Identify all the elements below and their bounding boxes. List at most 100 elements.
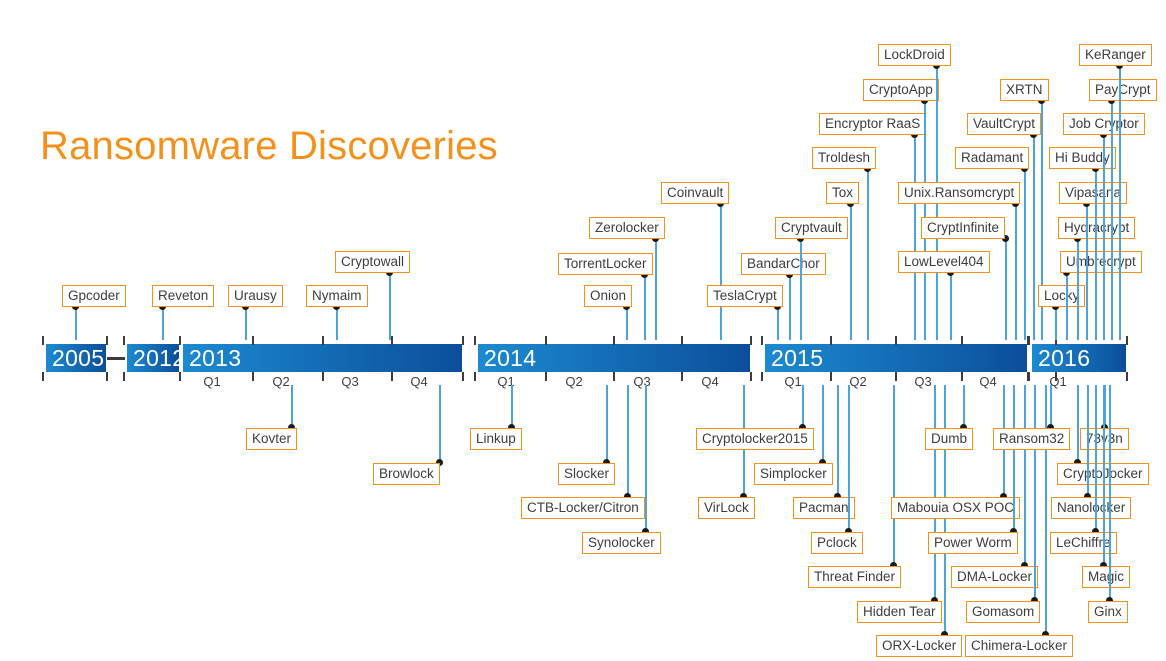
event-label-linkup[interactable]: Linkup	[470, 428, 522, 450]
quarter-label: Q1	[203, 374, 221, 389]
event-connector-line	[644, 275, 646, 340]
event-connector-line	[1050, 385, 1052, 428]
event-label-tox[interactable]: Tox	[826, 182, 860, 204]
event-connector-line	[1111, 101, 1113, 340]
quarter-label: Q1	[784, 374, 802, 389]
event-label-cryptvault[interactable]: Cryptvault	[775, 217, 848, 239]
event-connector-line	[950, 273, 952, 340]
event-label-teslacrypt[interactable]: TeslaCrypt	[707, 285, 783, 307]
axis-tick	[42, 336, 44, 345]
event-label-nymaim[interactable]: Nymaim	[306, 285, 368, 307]
event-label-threat-finder[interactable]: Threat Finder	[808, 566, 902, 588]
event-label-kovter[interactable]: Kovter	[246, 428, 298, 450]
event-label-ginx[interactable]: Ginx	[1088, 601, 1128, 623]
quarter-label: Q2	[849, 374, 867, 389]
event-connector-line	[1103, 385, 1105, 566]
event-label-synolocker[interactable]: Synolocker	[582, 532, 661, 554]
event-connector-line	[1103, 135, 1105, 340]
event-connector-line	[655, 239, 657, 340]
axis-tick	[106, 336, 108, 345]
event-label-hi-buddy[interactable]: Hi Buddy	[1049, 147, 1116, 169]
axis-tick	[462, 372, 464, 381]
axis-tick	[681, 336, 683, 345]
event-connector-line	[1034, 385, 1036, 601]
event-label-pclock[interactable]: Pclock	[811, 532, 863, 554]
event-label-bandarchor[interactable]: BandarChor	[741, 253, 826, 275]
event-label-radamant[interactable]: Radamant	[955, 147, 1030, 169]
event-connector-line	[1015, 204, 1017, 340]
event-label-orx-locker[interactable]: ORX-Locker	[876, 635, 963, 657]
event-label-troldesh[interactable]: Troldesh	[812, 147, 877, 169]
event-label-reveton[interactable]: Reveton	[152, 285, 215, 307]
event-label-ctb-locker-citron[interactable]: CTB-Locker/Citron	[521, 497, 645, 519]
event-label-lockdroid[interactable]: LockDroid	[878, 44, 951, 66]
quarter-label: Q4	[979, 374, 997, 389]
event-label-magic[interactable]: Magic	[1082, 566, 1131, 588]
event-label-keranger[interactable]: KeRanger	[1079, 44, 1152, 66]
event-label-chimera-locker[interactable]: Chimera-Locker	[965, 635, 1074, 657]
event-label-ransom32[interactable]: Ransom32	[993, 428, 1071, 450]
event-label-lowlevel404[interactable]: LowLevel404	[898, 251, 990, 273]
event-label-gomasom[interactable]: Gomasom	[966, 601, 1041, 623]
axis-tick	[761, 336, 763, 345]
axis-tick	[251, 336, 254, 345]
event-label-dumb[interactable]: Dumb	[925, 428, 974, 450]
event-label-dma-locker[interactable]: DMA-Locker	[951, 566, 1039, 588]
event-label-cryptolocker2015[interactable]: Cryptolocker2015	[696, 428, 814, 450]
axis-tick	[750, 336, 752, 345]
event-label-slocker[interactable]: Slocker	[558, 463, 616, 485]
axis-tick	[895, 372, 897, 381]
event-label-browlock[interactable]: Browlock	[373, 463, 440, 485]
event-label-onion[interactable]: Onion	[584, 285, 633, 307]
axis-tick	[681, 372, 683, 381]
axis-tick	[829, 372, 832, 381]
event-label-coinvault[interactable]: Coinvault	[661, 182, 730, 204]
event-connector-line	[439, 385, 441, 463]
axis-tick	[474, 372, 476, 381]
axis-tick	[960, 372, 963, 381]
event-connector-line	[1055, 307, 1057, 340]
event-label-pacman[interactable]: Pacman	[793, 497, 855, 519]
event-label-mabouia-osx-poc[interactable]: Mabouia OSX POC	[891, 497, 1021, 519]
event-label-lechiffre[interactable]: LeChiffre	[1050, 532, 1117, 554]
quarter-label: Q3	[914, 374, 932, 389]
event-label-urausy[interactable]: Urausy	[228, 285, 283, 307]
event-connector-line	[934, 385, 936, 601]
event-label-vaultcrypt[interactable]: VaultCrypt	[967, 113, 1042, 135]
event-label-gpcoder[interactable]: Gpcoder	[62, 285, 126, 307]
event-connector-line	[75, 307, 77, 340]
event-label-paycrypt[interactable]: PayCrypt	[1089, 79, 1157, 101]
event-label-zerolocker[interactable]: Zerolocker	[589, 217, 665, 239]
event-label-encryptor-raas[interactable]: Encryptor RaaS	[819, 113, 927, 135]
event-connector-line	[606, 385, 608, 463]
event-connector-line	[1086, 204, 1088, 340]
event-connector-line	[1119, 66, 1121, 340]
event-label-hidden-tear[interactable]: Hidden Tear	[857, 601, 942, 623]
event-label-torrentlocker[interactable]: TorrentLocker	[558, 253, 653, 275]
event-label-power-worm[interactable]: Power Worm	[928, 532, 1018, 554]
event-label-cryptoapp[interactable]: CryptoApp	[863, 79, 939, 101]
event-label-simplocker[interactable]: Simplocker	[754, 463, 833, 485]
event-connector-line	[1077, 385, 1079, 463]
event-label-job-cryptor[interactable]: Job Cryptor	[1063, 113, 1145, 135]
event-connector-line	[336, 307, 338, 340]
axis-tick	[750, 372, 752, 381]
event-label-vipasana[interactable]: Vipasana	[1059, 182, 1128, 204]
axis-tick	[1126, 372, 1128, 381]
event-connector-line	[837, 385, 839, 497]
event-label-virlock[interactable]: VirLock	[698, 497, 755, 519]
event-label-unix-ransomcrypt[interactable]: Unix.Ransomcrypt	[898, 182, 1021, 204]
axis-tick	[391, 336, 394, 345]
event-label-cryptinfinite[interactable]: CryptInfinite	[921, 217, 1006, 239]
event-label-umbrecrypt[interactable]: Umbrecrypt	[1060, 251, 1142, 273]
event-connector-line	[720, 204, 722, 340]
event-connector-line	[645, 385, 647, 532]
axis-tick	[123, 372, 125, 381]
axis-tick	[1028, 372, 1030, 381]
quarter-label: Q2	[565, 374, 583, 389]
event-label-nanolocker[interactable]: Nanolocker	[1051, 497, 1132, 519]
axis-tick	[1028, 336, 1030, 345]
event-connector-line	[848, 385, 850, 532]
event-label-xrtn[interactable]: XRTN	[1000, 79, 1049, 101]
event-label-cryptowall[interactable]: Cryptowall	[335, 251, 411, 273]
